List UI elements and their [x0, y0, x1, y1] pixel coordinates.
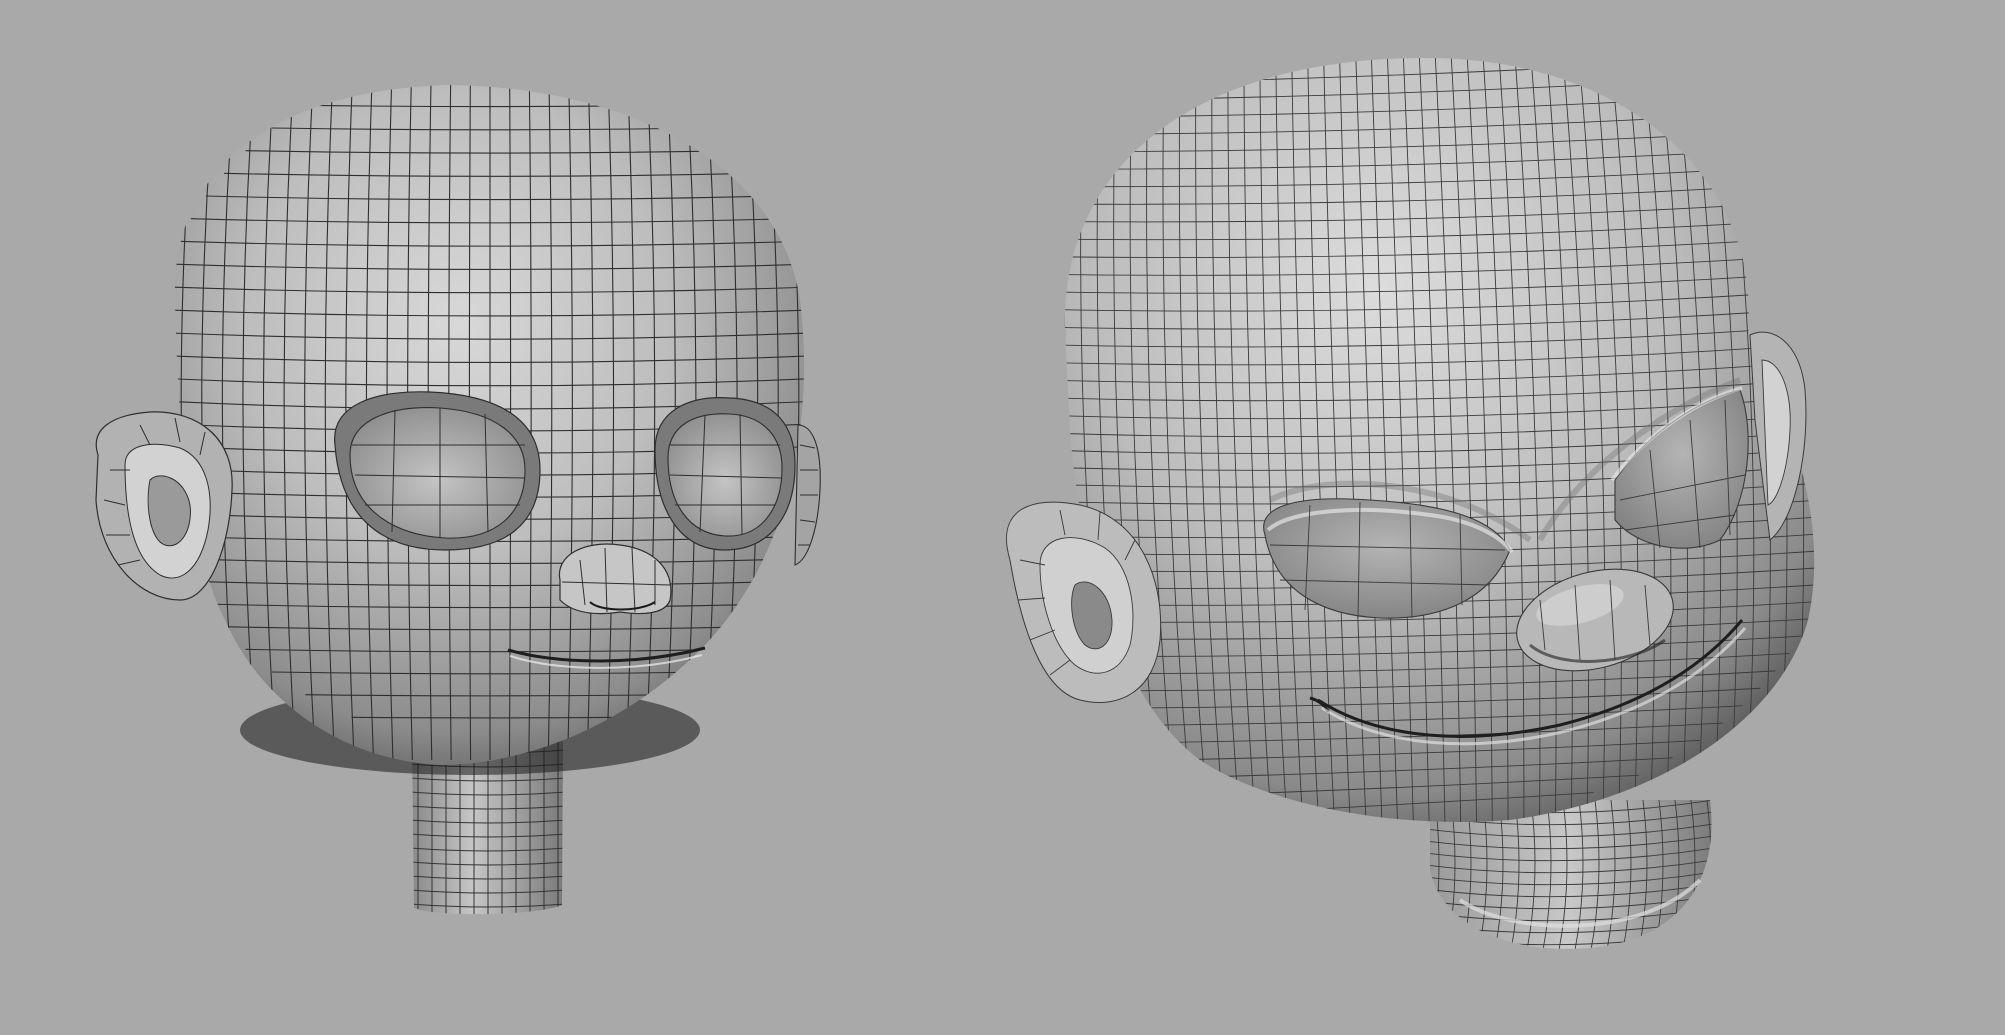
left-model-ear-left — [95, 411, 233, 601]
3d-viewport[interactable] — [0, 0, 2005, 1035]
low-poly-head-model[interactable] — [95, 40, 840, 915]
viewport-canvas[interactable] — [0, 0, 2005, 1035]
right-neck — [1430, 800, 1712, 949]
left-model-ear-right — [794, 424, 821, 566]
left-model-eye-right — [654, 397, 796, 551]
subdivided-head-model[interactable] — [970, 0, 1870, 957]
